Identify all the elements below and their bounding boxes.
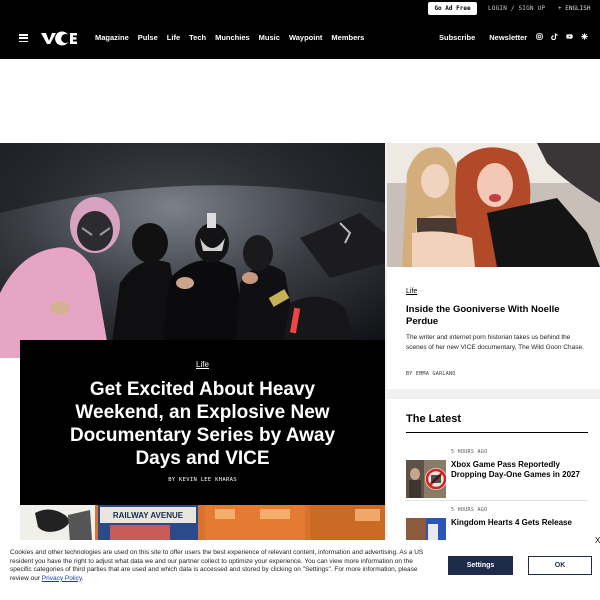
side-article-description: The writer and internet porn historian t…	[406, 334, 584, 351]
secondary-image[interactable]: RAILWAY AVENUE	[20, 505, 385, 545]
social-links	[536, 33, 588, 40]
asterisk-icon[interactable]	[581, 33, 588, 40]
nav-link-music[interactable]: Music	[259, 33, 280, 42]
main-navigation: Magazine Pulse Life Tech Munchies Music …	[0, 18, 600, 59]
side-article-title[interactable]: Inside the Gooniverse With Noelle Perdue	[406, 304, 586, 328]
privacy-policy-link[interactable]: Privacy Policy	[42, 575, 82, 582]
top-utility-bar: Go Ad Free LOGIN / SIGN UP + ENGLISH	[0, 0, 600, 18]
instagram-icon[interactable]	[536, 33, 543, 40]
language-selector[interactable]: + ENGLISH	[558, 5, 591, 12]
hero-category-link[interactable]: Life	[20, 360, 385, 369]
login-signup-link[interactable]: LOGIN / SIGN UP	[488, 5, 545, 12]
subscribe-link[interactable]: Subscribe	[439, 33, 475, 42]
latest-item-title[interactable]: Kingdom Hearts 4 Gets Release	[451, 518, 588, 528]
cookie-banner: Cookies and other technologies are used …	[0, 536, 600, 600]
menu-icon[interactable]	[19, 34, 28, 42]
latest-item-time: 5 HOURS AGO	[451, 449, 488, 455]
nav-link-magazine[interactable]: Magazine	[95, 33, 129, 42]
latest-item-separator	[406, 500, 588, 501]
railway-avenue-sign: RAILWAY AVENUE	[113, 511, 184, 520]
side-article-image[interactable]	[387, 143, 600, 267]
nav-link-pulse[interactable]: Pulse	[138, 33, 158, 42]
nav-link-munchies[interactable]: Munchies	[215, 33, 250, 42]
latest-item-title[interactable]: Xbox Game Pass Reportedly Dropping Day-O…	[451, 460, 588, 480]
latest-heading: The Latest	[406, 413, 462, 425]
cookie-text-block: Cookies and other technologies are used …	[10, 549, 424, 582]
nav-link-waypoint[interactable]: Waypoint	[289, 33, 322, 42]
newsletter-link[interactable]: Newsletter	[489, 33, 527, 42]
cookie-ok-button[interactable]: OK	[528, 556, 592, 575]
side-category-link[interactable]: Life	[406, 288, 417, 295]
nav-link-life[interactable]: Life	[167, 33, 180, 42]
latest-heading-rule	[406, 432, 588, 433]
section-divider	[387, 389, 600, 399]
vice-logo[interactable]	[40, 30, 78, 46]
youtube-icon[interactable]	[566, 33, 573, 40]
close-icon[interactable]: X	[595, 536, 600, 545]
hero-image[interactable]	[0, 143, 385, 358]
hero-title[interactable]: Get Excited About Heavy Weekend, an Expl…	[50, 378, 355, 470]
nav-right-links: Subscribe Newsletter	[439, 33, 527, 42]
nav-link-members[interactable]: Members	[331, 33, 364, 42]
go-ad-free-button[interactable]: Go Ad Free	[428, 2, 477, 15]
latest-item-time: 5 HOURS AGO	[451, 507, 488, 513]
cookie-settings-button[interactable]: Settings	[448, 556, 513, 575]
tiktok-icon[interactable]	[551, 33, 558, 40]
side-article-byline: BY EMMA GARLAND	[406, 371, 456, 377]
ad-space	[0, 59, 600, 143]
hero-byline: BY KEVIN LEE KHARAS	[168, 477, 237, 483]
nav-link-tech[interactable]: Tech	[189, 33, 206, 42]
latest-item-thumbnail[interactable]	[406, 460, 446, 498]
nav-links: Magazine Pulse Life Tech Munchies Music …	[95, 33, 364, 42]
hero-article-card[interactable]: Life Get Excited About Heavy Weekend, an…	[20, 340, 385, 505]
